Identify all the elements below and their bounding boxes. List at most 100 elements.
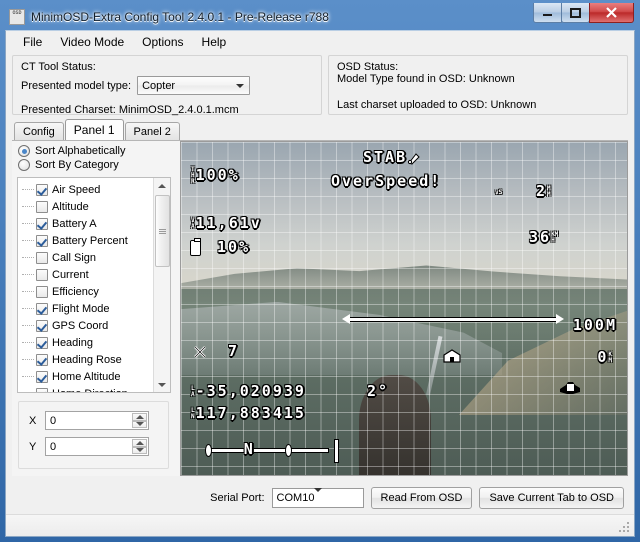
panel-item-list[interactable]: Air Speed Altitude Battery A Battery Per… xyxy=(17,177,171,393)
latitude-icon: LA xyxy=(191,384,195,398)
osd-longitude[interactable]: LN 117,883415 xyxy=(191,404,306,422)
osd-aircraft-direction[interactable] xyxy=(559,378,580,396)
radio-unselected-icon xyxy=(18,159,30,171)
osd-altitude[interactable]: 100M xyxy=(573,316,617,334)
menu-item-file[interactable]: File xyxy=(14,32,51,52)
read-from-osd-button[interactable]: Read From OSD xyxy=(370,487,473,509)
checkbox-icon[interactable] xyxy=(36,234,48,247)
list-item[interactable]: Efficiency xyxy=(18,283,153,300)
osd-satellites[interactable]: 7 xyxy=(193,342,239,360)
osd-home-direction[interactable] xyxy=(443,346,461,364)
list-item[interactable]: Heading xyxy=(18,334,153,351)
checkbox-icon[interactable] xyxy=(36,251,48,264)
osd-vertical-speed[interactable]: 2 MM xyxy=(536,182,552,200)
sort-alphabetically-radio[interactable]: Sort Alphabetically xyxy=(12,144,175,158)
tab-config[interactable]: Config xyxy=(14,122,64,140)
list-item[interactable]: Home Altitude xyxy=(18,368,153,385)
osd-video-preview[interactable]: THR 100% STAB OverSpeed! vS 2 M M V A 11… xyxy=(180,141,628,476)
osd-voltage-value: 11,61v xyxy=(195,214,262,232)
longitude-icon: LN xyxy=(191,406,195,420)
scrollbar-track[interactable] xyxy=(154,193,170,377)
list-scrollbar[interactable] xyxy=(153,178,170,392)
osd-voltage[interactable]: VA 11,61v xyxy=(191,214,262,232)
list-item[interactable]: Battery A xyxy=(18,215,153,232)
minimize-button[interactable] xyxy=(533,3,562,23)
list-item[interactable]: Current xyxy=(18,266,153,283)
serial-port-combo[interactable]: COM10 xyxy=(271,488,364,508)
model-type-row: Presented model type: Copter xyxy=(21,76,313,95)
serial-port-value: COM10 xyxy=(276,492,315,504)
rose-tick-icon xyxy=(205,444,211,456)
list-item[interactable]: Battery Percent xyxy=(18,232,153,249)
osd-throttle[interactable]: THR 100% xyxy=(191,166,240,185)
resize-grip-icon[interactable] xyxy=(619,522,631,534)
chevron-down-icon xyxy=(314,488,323,504)
osd-latitude[interactable]: LA -35,020939 xyxy=(191,382,306,400)
menu-item-options[interactable]: Options xyxy=(133,32,192,52)
osd-air-speed[interactable]: 36 KM H xyxy=(529,228,559,246)
checkbox-icon[interactable] xyxy=(36,387,48,392)
x-value: 0 xyxy=(50,414,57,427)
list-item[interactable]: Air Speed xyxy=(18,181,153,198)
maximize-button[interactable] xyxy=(561,3,590,23)
scroll-up-button[interactable] xyxy=(155,178,170,193)
osd-vertical-speed-icon: vS xyxy=(495,185,503,199)
list-item[interactable]: Home Direction xyxy=(18,385,153,392)
menu-item-video-mode[interactable]: Video Mode xyxy=(51,32,133,52)
list-item-label: Heading xyxy=(52,336,93,349)
list-item[interactable]: GPS Coord xyxy=(18,317,153,334)
menu-item-help[interactable]: Help xyxy=(193,32,236,52)
model-type-combo[interactable]: Copter xyxy=(137,76,251,95)
grip-icon xyxy=(158,228,166,235)
osd-flight-mode[interactable]: STAB xyxy=(363,148,421,166)
checkbox-icon[interactable] xyxy=(36,370,48,383)
checkbox-icon[interactable] xyxy=(36,183,48,196)
checkbox-icon[interactable] xyxy=(36,319,48,332)
main-content: Sort Alphabetically Sort By Category Air… xyxy=(12,140,628,476)
osd-heading-rose[interactable]: N xyxy=(205,439,338,462)
sort-by-category-label: Sort By Category xyxy=(35,159,119,171)
x-spinner[interactable]: 0 xyxy=(45,411,149,430)
checkbox-icon[interactable] xyxy=(36,302,48,315)
ct-tool-status-title: CT Tool Status: xyxy=(21,61,96,73)
y-spinner[interactable]: 0 xyxy=(45,437,149,456)
y-spinner-buttons[interactable] xyxy=(132,439,147,454)
save-current-tab-button[interactable]: Save Current Tab to OSD xyxy=(479,487,624,509)
window-controls xyxy=(533,3,634,24)
checkbox-icon[interactable] xyxy=(36,336,48,349)
checkbox-icon[interactable] xyxy=(36,285,48,298)
checkbox-icon[interactable] xyxy=(36,268,48,281)
x-spinner-buttons[interactable] xyxy=(132,413,147,428)
checkbox-icon[interactable] xyxy=(36,200,48,213)
osd-battery-percent[interactable]: 10% xyxy=(191,238,250,256)
scroll-down-button[interactable] xyxy=(155,377,170,392)
checkbox-icon[interactable] xyxy=(36,353,48,366)
tree-dash-icon xyxy=(22,206,34,207)
checkbox-icon[interactable] xyxy=(36,217,48,230)
status-row: CT Tool Status: Presented model type: Co… xyxy=(6,53,634,116)
osd-home-distance[interactable]: 0 KM xyxy=(597,348,613,366)
list-item[interactable]: Call Sign xyxy=(18,249,153,266)
sort-by-category-radio[interactable]: Sort By Category xyxy=(12,158,175,172)
tab-panel-1[interactable]: Panel 1 xyxy=(64,119,124,140)
y-value: 0 xyxy=(50,440,57,453)
x-increment-button[interactable] xyxy=(132,413,147,421)
osd-flight-mode-value: STAB xyxy=(363,148,408,166)
list-item[interactable]: Altitude xyxy=(18,198,153,215)
y-increment-button[interactable] xyxy=(132,439,147,447)
list-item[interactable]: Heading Rose xyxy=(18,351,153,368)
scrollbar-thumb[interactable] xyxy=(154,195,170,267)
tree-dash-icon xyxy=(22,325,34,326)
tab-panel-2[interactable]: Panel 2 xyxy=(124,122,180,140)
battery-icon xyxy=(191,238,200,255)
osd-throttle-value: 100% xyxy=(195,166,240,184)
x-decrement-button[interactable] xyxy=(132,420,147,428)
y-decrement-button[interactable] xyxy=(132,446,147,454)
presented-charset-line: Presented Charset: MinimOSD_2.4.0.1.mcm xyxy=(21,104,239,116)
list-item-label: Current xyxy=(52,268,89,281)
osd-heading[interactable]: 2° xyxy=(367,382,389,400)
list-item[interactable]: Flight Mode xyxy=(18,300,153,317)
close-button[interactable] xyxy=(589,3,634,23)
app-icon: OSD xyxy=(9,9,25,25)
osd-horizon[interactable] xyxy=(342,314,564,325)
